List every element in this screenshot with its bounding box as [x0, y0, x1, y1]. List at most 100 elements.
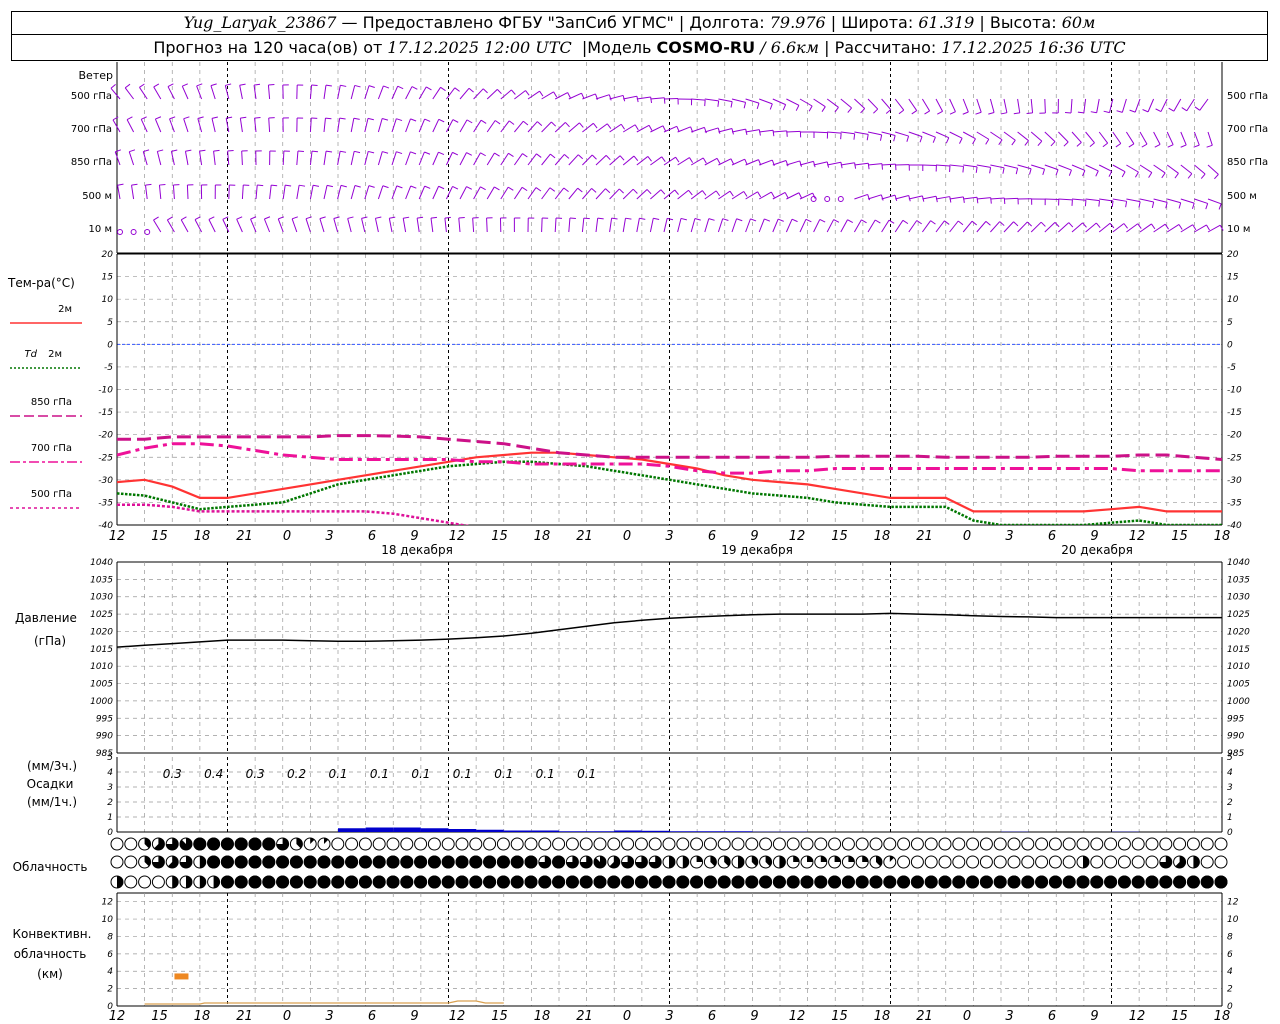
wind-feather — [847, 107, 852, 113]
cloud-cover-icon — [703, 855, 717, 869]
wind-barb-icon — [581, 218, 585, 233]
wind-barb-icon — [1180, 198, 1195, 204]
wind-barb-icon — [239, 118, 243, 133]
cloud-circle — [1104, 855, 1118, 869]
wind-feather — [989, 167, 992, 174]
precip-3h-label: 0.2 — [287, 767, 306, 781]
wind-feather — [769, 103, 773, 110]
cloud-cover-icon — [800, 837, 814, 851]
wind-barb-icon — [963, 164, 978, 168]
wind-feather — [382, 185, 389, 189]
wind-level-label: 10 м — [89, 224, 112, 235]
wind-barb-icon — [418, 118, 426, 133]
cloud-cover-icon — [897, 875, 911, 889]
wind-feather — [1180, 144, 1187, 148]
wind-barb-icon — [445, 119, 454, 133]
cloud-cover-icon — [207, 855, 221, 869]
wind-feather — [1154, 143, 1161, 148]
cloud-circle — [552, 837, 566, 851]
wind-barb-icon — [500, 120, 510, 133]
wind-barb-icon — [963, 196, 978, 200]
cloud-cover-icon — [427, 837, 441, 851]
cloud-cover-icon — [469, 837, 483, 851]
wind-feather — [972, 138, 976, 145]
wind-barb-icon — [1085, 222, 1097, 233]
cloud-cover-icon — [772, 837, 786, 851]
cloud-cover-icon — [841, 837, 855, 851]
wind-barb-icon — [990, 131, 1003, 141]
cloud-circle — [1007, 855, 1021, 869]
wind-feather — [888, 219, 895, 224]
wind-feather — [1063, 141, 1069, 147]
precip-3h-label: 0.4 — [204, 767, 223, 781]
cloud-cover-icon — [745, 875, 759, 889]
wind-barb-icon — [759, 129, 774, 133]
wind-feather — [340, 84, 347, 87]
cloud-cover-icon — [1159, 875, 1173, 889]
cloud-cover-icon — [1173, 855, 1187, 869]
cloud-circle — [993, 855, 1007, 869]
pressure-tick-right: 1010 — [1227, 662, 1250, 672]
wind-feather — [647, 156, 652, 162]
wind-barb-icon — [1071, 222, 1083, 233]
cloud-circle — [938, 837, 952, 851]
wind-barb-icon — [853, 219, 862, 233]
time-tick-bottom: 18 — [194, 1009, 211, 1024]
wind-barb-icon — [486, 120, 496, 133]
wind-feather — [650, 96, 653, 103]
cloud-cover-icon — [110, 855, 124, 869]
wind-feather — [1123, 223, 1128, 229]
wind-level-label-right: 500 гПа — [1227, 91, 1268, 102]
wind-feather — [466, 119, 473, 124]
cloud-circle — [1062, 855, 1076, 869]
wind-barb-icon — [236, 219, 243, 233]
cloud-circle — [110, 855, 124, 869]
wind-barb-icon — [867, 163, 882, 166]
cloud-cover-icon — [165, 837, 179, 851]
cloud-cover-icon — [1104, 837, 1118, 851]
wind-barb-icon — [622, 124, 636, 133]
cloud-cover-icon — [1048, 875, 1062, 889]
wind-feather — [949, 196, 952, 203]
precip-title: Осадки — [27, 777, 74, 791]
cloud-circle — [455, 837, 469, 851]
wind-barb-icon — [126, 119, 135, 133]
time-tick: 3 — [1005, 529, 1013, 544]
cloud-cover-icon — [193, 855, 207, 869]
cloud-fill — [938, 875, 952, 889]
wind-feather — [606, 123, 612, 129]
wind-barb-icon — [323, 118, 326, 133]
temp-tick-left: -25 — [98, 453, 113, 463]
cloud-cover-icon — [358, 837, 372, 851]
cloud-fill — [414, 855, 428, 869]
cloud-cover-icon — [496, 837, 510, 851]
wind-barb-icon — [291, 218, 298, 233]
cloud-cover-icon — [483, 855, 497, 869]
cloud-cover-icon — [400, 875, 414, 889]
wind-barb-icon — [962, 98, 969, 113]
time-tick: 12 — [789, 529, 806, 544]
cloud-circle — [690, 837, 704, 851]
wind-feather — [919, 136, 923, 143]
cloud-cover-icon — [607, 855, 621, 869]
wind-feather — [291, 216, 298, 220]
wind-feather — [1138, 201, 1141, 208]
wind-barb-icon — [881, 131, 896, 136]
wind-barb-icon — [114, 151, 121, 166]
cloud-fill — [1035, 875, 1049, 889]
cloud-cover-icon — [248, 855, 262, 869]
cloud-cover-icon — [993, 837, 1007, 851]
wind-feather — [1151, 223, 1156, 230]
cloud-cover-icon — [1090, 875, 1104, 889]
cloud-fill — [441, 875, 455, 889]
cloud-fill — [199, 876, 206, 888]
pressure-tick-right: 990 — [1227, 732, 1244, 742]
cloud-cover-icon — [193, 875, 207, 889]
wind-feather — [1095, 222, 1101, 228]
wind-feather — [750, 218, 757, 222]
wind-feather — [496, 89, 502, 95]
cloud-fill — [820, 856, 827, 862]
precip-bar — [669, 831, 698, 832]
wind-feather — [924, 110, 930, 115]
cloud-circle — [745, 837, 759, 851]
